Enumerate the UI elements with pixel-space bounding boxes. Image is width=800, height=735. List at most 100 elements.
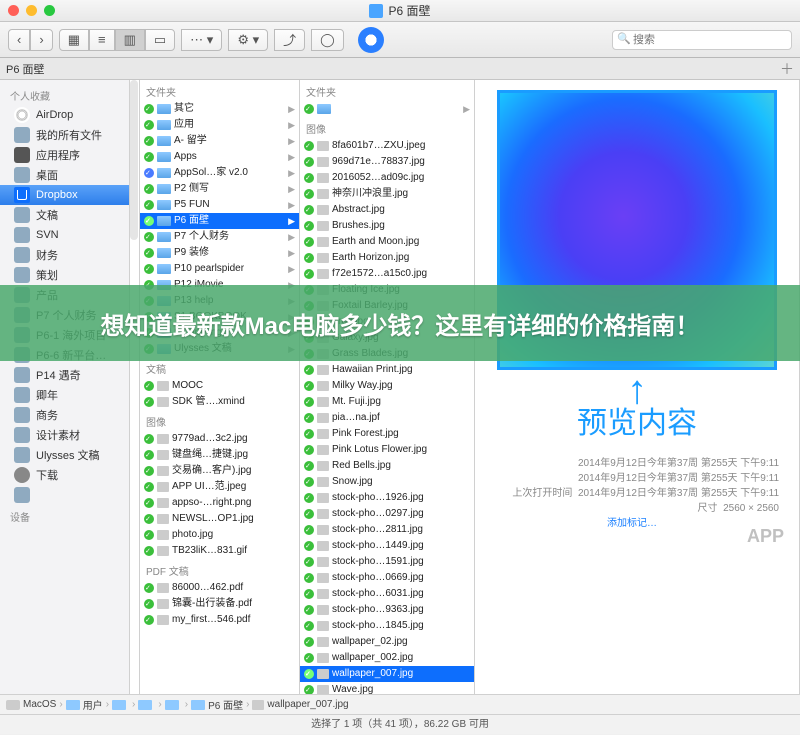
sidebar-item[interactable]: P14 遇奇 [0, 365, 129, 385]
image-row[interactable]: stock-pho…0297.jpg [300, 506, 474, 522]
file-row[interactable]: P5 FUN▶ [140, 197, 299, 213]
tags-button[interactable]: ◯ [311, 29, 344, 51]
search-field[interactable] [612, 30, 792, 50]
file-row[interactable]: photo.jpg [140, 527, 299, 543]
image-row[interactable]: 8fa601b7…ZXU.jpeg [300, 138, 474, 154]
file-row[interactable]: 交易确…客户).jpg [140, 463, 299, 479]
image-row[interactable]: Floating Ice.jpg [300, 282, 474, 298]
file-row[interactable]: SDK 管….xmind [140, 394, 299, 410]
arrange-button[interactable]: ⋯ ▾ [181, 29, 222, 51]
action-button[interactable]: ⚙ ▾ [228, 29, 268, 51]
image-row[interactable]: stock-pho…1449.jpg [300, 538, 474, 554]
file-row[interactable]: TB23liK…831.gif [140, 543, 299, 559]
file-row[interactable]: 86000…462.pdf [140, 580, 299, 596]
zoom-icon[interactable] [44, 5, 55, 16]
file-row[interactable]: appso-…right.png [140, 495, 299, 511]
sidebar-item[interactable]: P6-6 新平台… [0, 345, 129, 365]
gallery-view-button[interactable]: ▭ [145, 29, 175, 51]
file-row[interactable]: 应用▶ [140, 117, 299, 133]
image-row[interactable]: Frog.jpg [300, 314, 474, 330]
image-row[interactable]: Earth Horizon.jpg [300, 250, 474, 266]
file-row[interactable]: P2 侧写▶ [140, 181, 299, 197]
sidebar-item[interactable]: 文稿 [0, 205, 129, 225]
sidebar-item[interactable]: Ulysses 文稿 [0, 445, 129, 465]
file-row[interactable]: 9779ad…3c2.jpg [140, 431, 299, 447]
file-row[interactable]: S1 BOOKBOOK▶ [140, 309, 299, 325]
forward-button[interactable]: › [30, 29, 52, 51]
file-row[interactable]: Ulysses 文稿▶ [140, 341, 299, 357]
image-row[interactable]: 969d71e…78837.jpg [300, 154, 474, 170]
file-row[interactable]: S4 app ing▶ [140, 325, 299, 341]
file-row[interactable]: P13 help▶ [140, 293, 299, 309]
image-row[interactable]: Grass Blades.jpg [300, 346, 474, 362]
file-row[interactable]: 锦囊-出行装备.pdf [140, 596, 299, 612]
file-row[interactable]: P7 个人财务▶ [140, 229, 299, 245]
image-row[interactable]: Pink Lotus Flower.jpg [300, 442, 474, 458]
file-row[interactable]: P12 iMovie▶ [140, 277, 299, 293]
image-row[interactable]: Red Bells.jpg [300, 458, 474, 474]
tab-title[interactable]: P6 面壁 [6, 61, 45, 77]
image-row[interactable]: Wave.jpg [300, 682, 474, 694]
file-row[interactable]: NEWSL…OP1.jpg [140, 511, 299, 527]
path-segment[interactable] [165, 700, 182, 710]
image-row[interactable]: stock-pho…6031.jpg [300, 586, 474, 602]
path-segment[interactable]: 用户 [66, 697, 103, 712]
image-row[interactable]: wallpaper_002.jpg [300, 650, 474, 666]
share-button[interactable]: ⤴ [274, 29, 305, 51]
close-icon[interactable] [8, 5, 19, 16]
sidebar-item[interactable]: 我的所有文件 [0, 125, 129, 145]
file-row[interactable]: P6 面壁▶ [140, 213, 299, 229]
image-row[interactable]: Galaxy.jpg [300, 330, 474, 346]
image-row[interactable]: stock-pho…1926.jpg [300, 490, 474, 506]
image-row[interactable]: Pink Forest.jpg [300, 426, 474, 442]
sidebar-item[interactable]: 设计素材 [0, 425, 129, 445]
path-segment[interactable]: wallpaper_007.jpg [252, 699, 348, 710]
image-row[interactable]: stock-pho…0669.jpg [300, 570, 474, 586]
image-row[interactable]: stock-pho…1591.jpg [300, 554, 474, 570]
image-row[interactable]: Milky Way.jpg [300, 378, 474, 394]
file-row[interactable]: 其它▶ [140, 101, 299, 117]
image-row[interactable]: Brushes.jpg [300, 218, 474, 234]
file-row[interactable]: 键盘绳…捷键.jpg [140, 447, 299, 463]
file-row[interactable]: P9 装修▶ [140, 245, 299, 261]
path-segment[interactable]: MacOS [6, 699, 56, 710]
image-row[interactable]: Abstract.jpg [300, 202, 474, 218]
search-input[interactable] [612, 30, 792, 50]
sidebar-item[interactable]: P6-1 海外项目 [0, 325, 129, 345]
file-row[interactable]: MOOC [140, 378, 299, 394]
image-row[interactable]: wallpaper_007.jpg [300, 666, 474, 682]
sidebar-item[interactable]: AirDrop [0, 105, 129, 125]
image-row[interactable]: Snow.jpg [300, 474, 474, 490]
file-row[interactable]: AppSol…家 v2.0▶ [140, 165, 299, 181]
file-row[interactable]: A- 留学▶ [140, 133, 299, 149]
image-row[interactable]: 神奈川冲浪里.jpg [300, 186, 474, 202]
file-row[interactable]: my_first…546.pdf [140, 612, 299, 628]
sidebar-item[interactable]: Dropbox [0, 185, 129, 205]
list-view-button[interactable]: ≡ [89, 29, 115, 51]
sidebar-item[interactable]: 应用程序 [0, 145, 129, 165]
add-tags-link[interactable]: 添加标记… [485, 516, 779, 531]
sidebar-item[interactable]: 桌面 [0, 165, 129, 185]
minimize-icon[interactable] [26, 5, 37, 16]
image-row[interactable]: Foxtail Barley.jpg [300, 298, 474, 314]
sidebar-item[interactable]: 产品 [0, 285, 129, 305]
sidebar-item[interactable]: SVN [0, 225, 129, 245]
image-row[interactable]: 2016052…ad09c.jpg [300, 170, 474, 186]
path-segment[interactable] [138, 700, 155, 710]
path-segment[interactable]: P6 面壁 [191, 697, 243, 712]
image-row[interactable]: Hawaiian Print.jpg [300, 362, 474, 378]
sidebar-item[interactable]: 财务 [0, 245, 129, 265]
image-row[interactable]: stock-pho…2811.jpg [300, 522, 474, 538]
new-tab-button[interactable]: ＋ [780, 59, 794, 79]
image-row[interactable]: pia…na.jpf [300, 410, 474, 426]
image-row[interactable]: Earth and Moon.jpg [300, 234, 474, 250]
file-row[interactable]: P10 pearlspider▶ [140, 261, 299, 277]
image-row[interactable]: wallpaper_02.jpg [300, 634, 474, 650]
sidebar-item[interactable]: 卿年 [0, 385, 129, 405]
path-segment[interactable] [112, 700, 129, 710]
icon-view-button[interactable]: ▦ [59, 29, 89, 51]
column-view-button[interactable]: ▥ [115, 29, 145, 51]
file-row[interactable]: APP UI…范.jpeg [140, 479, 299, 495]
image-row[interactable]: stock-pho…1845.jpg [300, 618, 474, 634]
sidebar-item[interactable]: P7 个人财务 [0, 305, 129, 325]
